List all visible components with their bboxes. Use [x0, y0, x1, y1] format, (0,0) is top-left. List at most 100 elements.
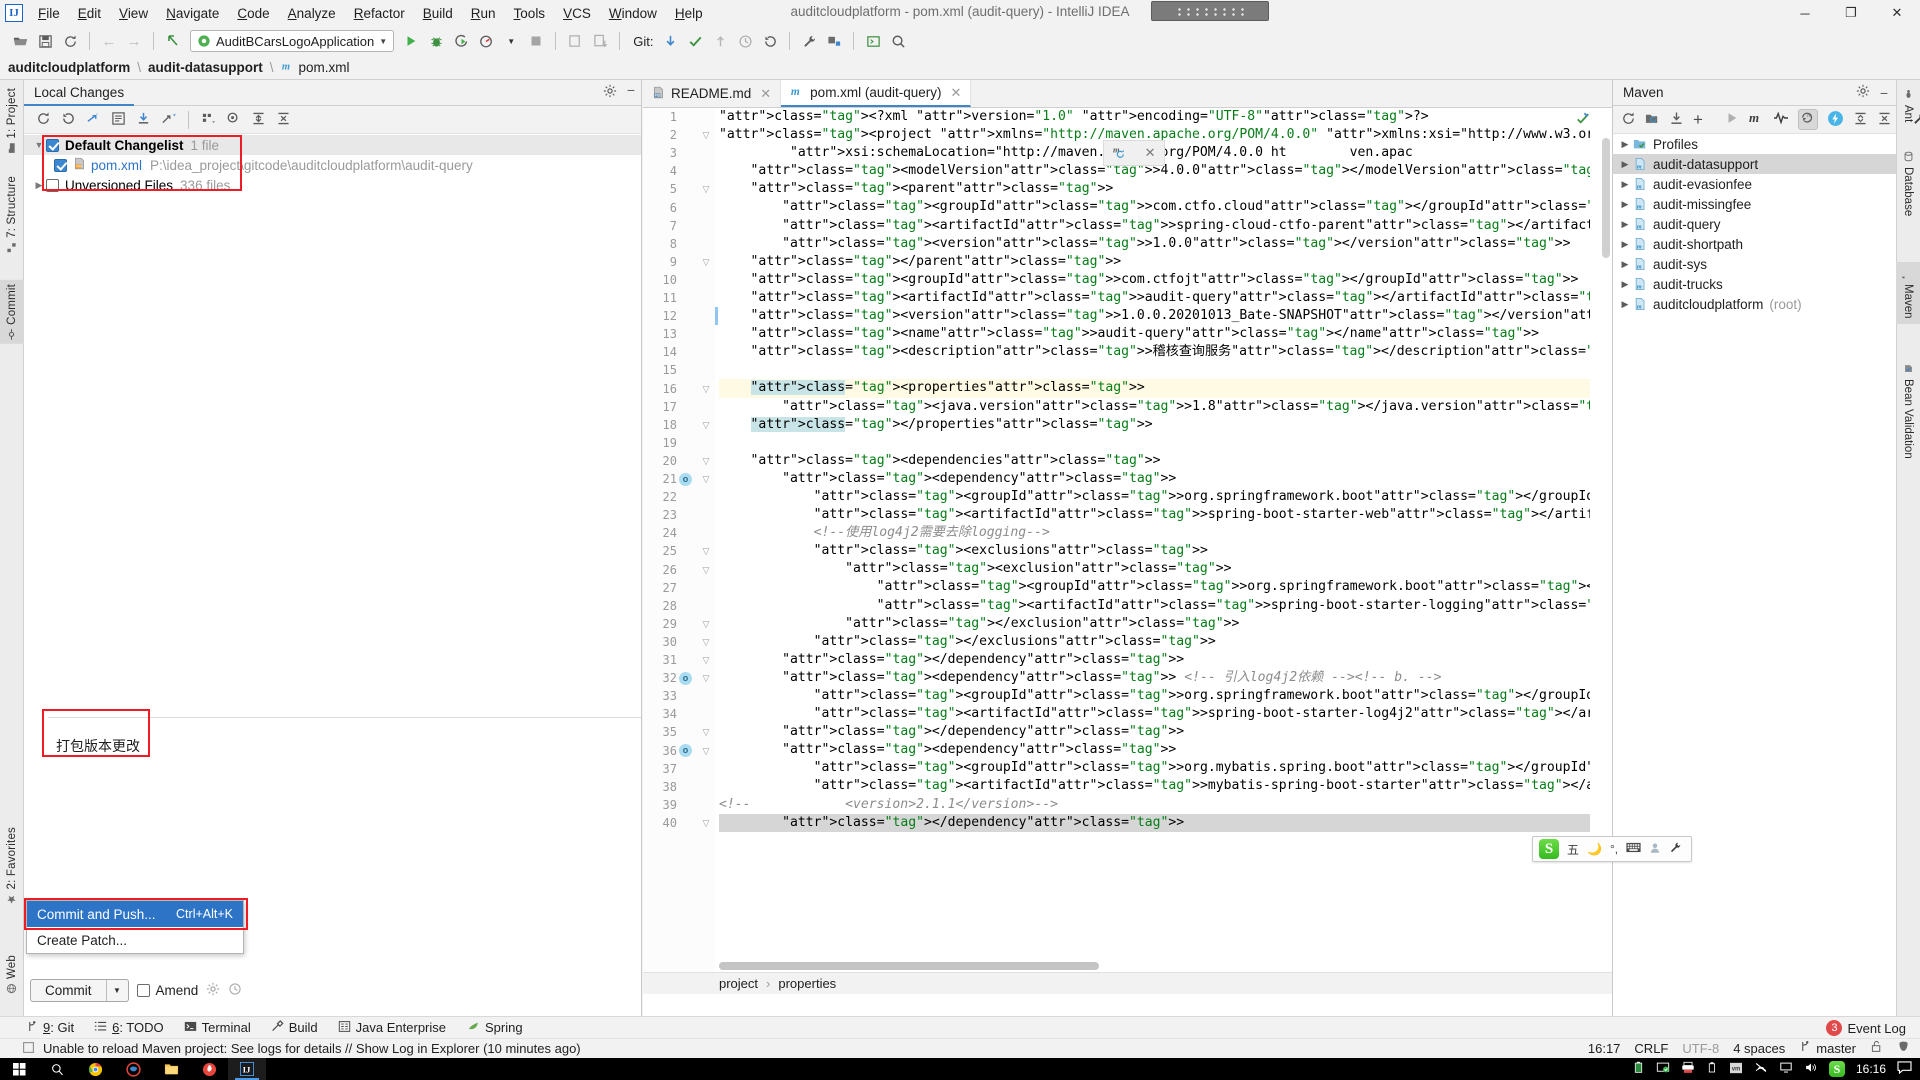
unversioned-checkbox[interactable] — [46, 178, 59, 192]
network-icon[interactable] — [1754, 1061, 1768, 1077]
git-push-icon[interactable] — [708, 29, 732, 53]
maven-tree-row[interactable]: ▶ m audit-trucks — [1613, 274, 1896, 294]
code-line[interactable]: "attr">class="tag"></properties"attr">cl… — [719, 416, 1590, 434]
code-line[interactable]: "attr">class="tag"><artifactId"attr">cla… — [719, 506, 1590, 524]
menu-analyze[interactable]: Analyze — [279, 3, 345, 24]
event-log-button[interactable]: 3 Event Log — [1826, 1020, 1906, 1036]
close-icon[interactable]: ✕ — [1145, 145, 1156, 161]
intellij-icon[interactable]: IJ — [228, 1058, 266, 1080]
code-line[interactable]: "attr">class="tag"><artifactId"attr">cla… — [719, 289, 1590, 307]
menu-build[interactable]: Build — [414, 3, 462, 24]
maven-tree-row[interactable]: ▶ m audit-shortpath — [1613, 234, 1896, 254]
sogou-ime-toolbar[interactable]: S 五 🌙 °, — [1532, 836, 1692, 862]
taskbar-clock[interactable]: 16:16 — [1856, 1062, 1886, 1076]
file-checkbox[interactable] — [54, 158, 67, 172]
tool-window-todo[interactable]: 6: TODO — [94, 1020, 164, 1036]
code-line[interactable]: "attr">class="tag"><java.version"attr">c… — [719, 398, 1590, 416]
code-fold-icon[interactable]: ▽ — [701, 452, 711, 470]
code-line[interactable] — [719, 434, 1590, 452]
code-fold-icon[interactable]: ▽ — [701, 669, 711, 687]
editor-code[interactable]: "attr">class="tag"><?xml "attr">version=… — [719, 108, 1590, 972]
maven-run-icon[interactable] — [1725, 111, 1739, 128]
commit-button[interactable]: Commit ▼ — [30, 978, 129, 1002]
git-revert-icon[interactable] — [758, 29, 782, 53]
chevron-right-icon[interactable]: ▶ — [1617, 179, 1633, 190]
user-icon[interactable] — [1649, 842, 1661, 857]
chevron-right-icon[interactable]: ▶ — [1617, 139, 1633, 150]
code-line[interactable]: "attr">class="tag"><dependency"attr">cla… — [719, 741, 1590, 759]
editor-scrollbar-thumb[interactable] — [1602, 138, 1610, 258]
project-structure-icon[interactable] — [822, 29, 846, 53]
breadcrumb-file[interactable]: pom.xml — [299, 60, 350, 75]
maven-tree-row[interactable]: ▶ m audit-query — [1613, 214, 1896, 234]
search-everywhere-icon[interactable] — [886, 29, 910, 53]
chevron-right-icon[interactable]: ▶ — [1617, 259, 1633, 270]
security-icon[interactable] — [1656, 1061, 1670, 1077]
code-line[interactable]: "attr">class="tag"></dependency"attr">cl… — [719, 813, 1590, 832]
gear-icon[interactable] — [603, 84, 617, 101]
tool-window-spring[interactable]: Spring — [466, 1020, 523, 1036]
sidebar-item-web[interactable]: Web — [0, 951, 24, 998]
maven-reimport-icon[interactable]: m — [1113, 144, 1128, 162]
preview-diff-icon[interactable] — [226, 111, 241, 129]
chevron-down-icon[interactable]: ▼ — [379, 37, 387, 46]
profile-icon[interactable] — [474, 29, 498, 53]
code-line[interactable]: "attr">class="tag"><dependencies"attr">c… — [719, 452, 1590, 470]
file-name[interactable]: pom.xml — [91, 158, 142, 173]
show-diff-icon[interactable] — [111, 111, 126, 129]
maven-execute-goal-icon[interactable]: m — [1748, 110, 1764, 129]
maven-toggle-offline-icon[interactable]: m — [1797, 109, 1818, 130]
editor-tab-1[interactable]: m pom.xml (audit-query) ✕ — [781, 80, 972, 107]
code-line[interactable]: "attr">class="tag"><version"attr">class=… — [719, 235, 1590, 253]
notifications-icon[interactable] — [1897, 1061, 1912, 1077]
code-line[interactable]: "attr">class="tag"><artifactId"attr">cla… — [719, 777, 1590, 795]
editor-breadcrumb-project[interactable]: project — [719, 976, 758, 991]
wrench-icon[interactable] — [1669, 841, 1682, 857]
editor-tab-0[interactable]: MD README.md ✕ — [643, 80, 782, 107]
code-fold-icon[interactable]: ▽ — [701, 253, 711, 271]
code-line[interactable]: "attr">class="tag"><description"attr">cl… — [719, 343, 1590, 361]
sidebar-item-bean-validation[interactable]: Bean Validation — [1896, 358, 1920, 464]
tool-window-build[interactable]: Build — [271, 1019, 318, 1036]
code-line[interactable]: <!--使用log4j2需要去除logging--> — [719, 524, 1590, 542]
keyboard-layout-badge[interactable] — [1151, 1, 1269, 21]
menu-window[interactable]: Window — [600, 3, 666, 24]
save-all-icon[interactable] — [33, 29, 57, 53]
run-configuration-selector[interactable]: AuditBCarsLogoApplication ▼ — [190, 30, 395, 52]
chevron-right-icon[interactable]: ▶ — [1617, 199, 1633, 210]
git-commit-icon[interactable] — [683, 29, 707, 53]
open-project-icon[interactable] — [8, 29, 32, 53]
tab-local-changes[interactable]: Local Changes — [24, 80, 135, 106]
code-line[interactable]: "attr">class="tag"></exclusion"attr">cla… — [719, 615, 1590, 633]
expand-all-icon[interactable] — [251, 111, 266, 129]
close-icon[interactable]: ✕ — [950, 85, 961, 101]
menu-run[interactable]: Run — [462, 3, 505, 24]
update-project-icon[interactable] — [563, 29, 587, 53]
maven-settings-wrench-icon[interactable] — [1912, 111, 1920, 129]
code-line[interactable]: "attr">class="tag"><name"attr">class="ta… — [719, 325, 1590, 343]
code-line[interactable]: "attr">class="tag"></dependency"attr">cl… — [719, 723, 1590, 741]
thunder-icon[interactable] — [190, 1058, 228, 1080]
firefox-icon[interactable] — [114, 1058, 152, 1080]
code-fold-icon[interactable]: ▽ — [701, 470, 711, 488]
changelist-row[interactable]: ▼ Default Changelist 1 file — [24, 135, 641, 155]
code-line[interactable]: <!-- <version>2.1.1</version>--> — [719, 796, 1590, 814]
code-line[interactable]: "attr">class="tag"><groupId"attr">class=… — [719, 578, 1590, 596]
menu-refactor[interactable]: Refactor — [345, 3, 414, 24]
sync-refresh-icon[interactable] — [58, 29, 82, 53]
maven-add-icon[interactable]: + — [1693, 111, 1703, 128]
menu-file[interactable]: File — [29, 3, 69, 24]
forward-arrow-icon[interactable]: → — [122, 29, 146, 53]
commit-history-icon[interactable] — [228, 982, 242, 999]
maven-tree-row[interactable]: ▶ Profiles — [1613, 134, 1896, 154]
commit-options-gear-icon[interactable] — [206, 982, 220, 999]
code-fold-icon[interactable]: ▽ — [701, 126, 711, 144]
editor-breadcrumb-properties[interactable]: properties — [778, 976, 836, 991]
menu-item-commit-and-push[interactable]: Commit and Push... Ctrl+Alt+K — [27, 901, 243, 927]
usb-icon[interactable] — [1706, 1061, 1718, 1077]
keyboard-icon[interactable] — [1626, 842, 1641, 856]
sidebar-item-structure[interactable]: 7: Structure — [0, 172, 24, 257]
changelist-checkbox[interactable] — [46, 138, 59, 152]
gear-icon[interactable] — [1856, 84, 1870, 101]
printer-icon[interactable] — [1681, 1061, 1695, 1077]
